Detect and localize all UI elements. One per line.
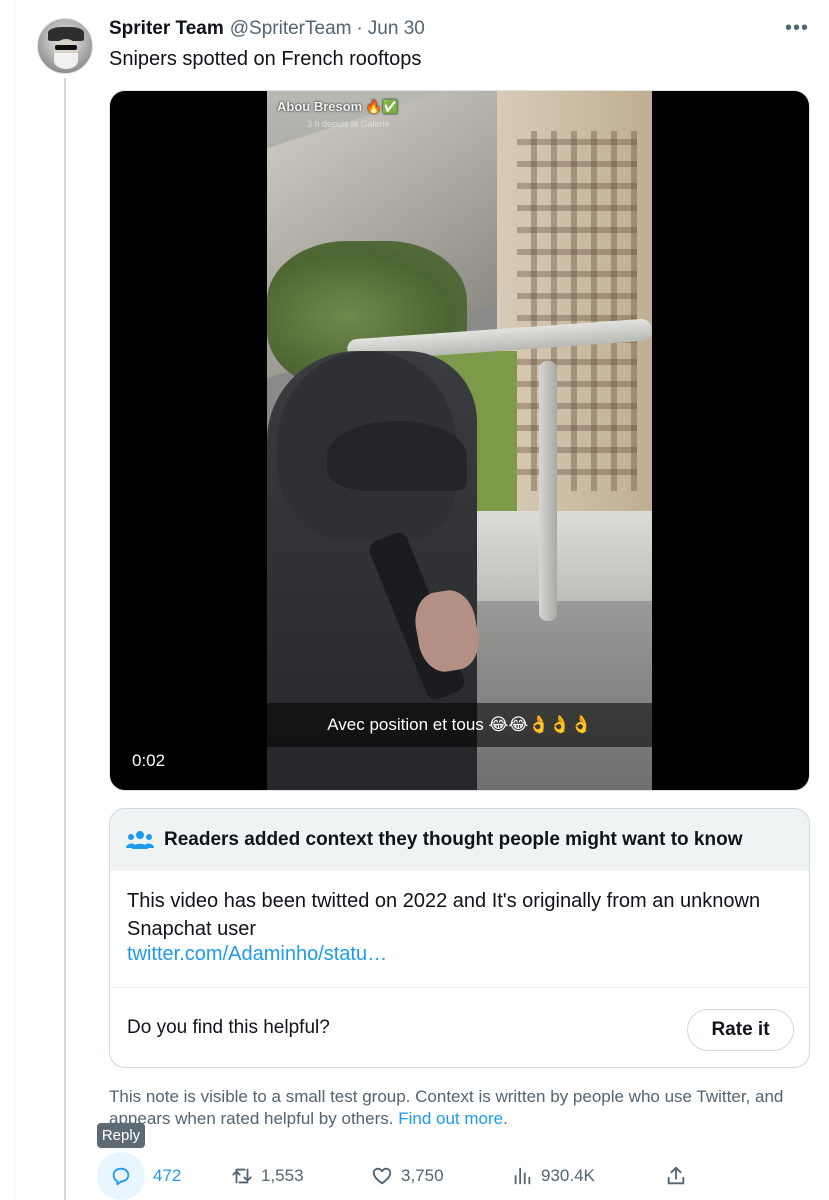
find-out-more-link[interactable]: Find out more — [398, 1109, 503, 1128]
share-button[interactable] — [665, 1152, 687, 1200]
community-note-title: Readers added context they thought peopl… — [164, 829, 743, 850]
reply-count: 472 — [153, 1166, 182, 1185]
community-note: Readers added context they thought peopl… — [109, 808, 810, 1068]
header-separator: · — [356, 18, 363, 39]
video-caption: Avec position et tous 😂😂👌👌👌 — [267, 703, 652, 747]
tweet-date[interactable]: Jun 30 — [368, 18, 425, 40]
video-player[interactable]: Abou Bresom 🔥✅ 3 h depuis la Galerie Ave… — [109, 90, 810, 791]
view-count: 930.4K — [541, 1166, 595, 1185]
author-name[interactable]: Spriter Team — [109, 18, 224, 40]
retweet-count: 1,553 — [261, 1166, 304, 1185]
reply-tooltip: Reply — [97, 1123, 145, 1148]
retweet-button[interactable]: 1,553 — [231, 1152, 304, 1200]
avatar[interactable] — [37, 18, 93, 74]
action-bar: 472 1,553 3,750 930.4K — [97, 1152, 797, 1200]
reply-button[interactable]: 472 — [97, 1152, 181, 1200]
footnote-period: . — [503, 1109, 508, 1128]
note-footnote: This note is visible to a small test gro… — [109, 1086, 809, 1130]
timeline-border — [14, 0, 15, 1200]
helpful-question: Do you find this helpful? — [127, 1017, 330, 1038]
video-timestamp: 0:02 — [126, 749, 172, 773]
rate-it-button[interactable]: Rate it — [687, 1009, 794, 1051]
video-frame[interactable]: Abou Bresom 🔥✅ 3 h depuis la Galerie Ave… — [267, 91, 652, 790]
views-chart-icon — [514, 1167, 531, 1185]
reply-icon — [112, 1167, 130, 1186]
tweet-header: Spriter Team @SpriterTeam · Jun 30 — [109, 18, 425, 44]
share-icon — [667, 1166, 685, 1185]
views-button[interactable]: 930.4K — [511, 1152, 595, 1200]
community-note-link[interactable]: twitter.com/Adaminho/statu… — [127, 943, 387, 966]
video-watermark: Abou Bresom 🔥✅ — [277, 99, 399, 114]
thread-line — [64, 78, 66, 1200]
community-note-header: Readers added context they thought peopl… — [110, 809, 809, 871]
divider — [110, 987, 809, 988]
like-count: 3,750 — [401, 1166, 444, 1185]
heart-icon — [372, 1167, 392, 1185]
like-button[interactable]: 3,750 — [371, 1152, 444, 1200]
retweet-icon — [232, 1168, 252, 1184]
community-note-body: This video has been twitted on 2022 and … — [127, 890, 761, 940]
more-options-icon[interactable]: ••• — [782, 18, 812, 44]
people-icon — [126, 831, 154, 849]
video-watermark-sub: 3 h depuis la Galerie — [307, 119, 390, 129]
tweet-text: Snipers spotted on French rooftops — [109, 48, 422, 70]
author-handle[interactable]: @SpriterTeam — [230, 18, 352, 40]
